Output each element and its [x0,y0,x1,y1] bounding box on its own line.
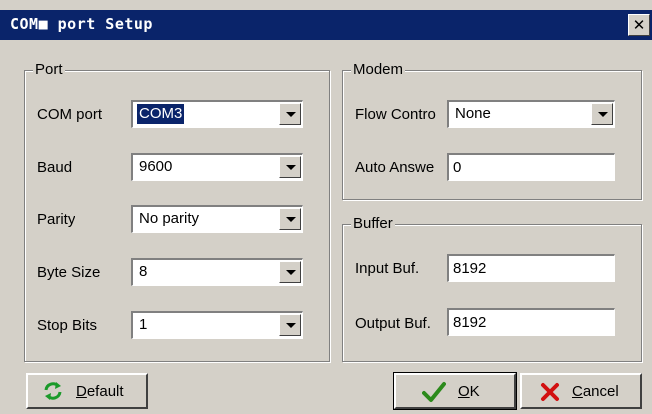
flow-control-label: Flow Contro [355,106,436,123]
com-port-select[interactable]: COM3 [131,100,303,128]
cancel-button-label: Cancel [572,383,619,400]
output-buf-input[interactable]: 8192 [447,308,615,336]
baud-label: Baud [37,159,73,176]
byte-size-label: Byte Size [37,264,101,281]
flow-control-value: None [455,105,491,122]
buffer-group: Buffer Input Buf. 8192 Output Buf. 8192 [342,215,642,362]
stop-bits-value: 1 [139,316,148,333]
stop-bits-dropdown-button[interactable] [279,314,301,336]
chevron-down-icon [598,112,608,117]
chevron-down-icon [286,112,296,117]
default-button-label: Default [76,383,124,400]
com-port-value: COM3 [135,103,186,125]
baud-value: 9600 [139,158,173,175]
auto-answer-input[interactable]: 0 [447,153,615,181]
com-port-label: COM port [37,106,103,123]
close-icon: ✕ [632,16,646,34]
parity-select[interactable]: No parity [131,205,303,233]
ok-button-label: OK [458,383,480,400]
com-port-setup-dialog: COM■ port Setup ✕ Port COM port COM3 Bau… [0,0,652,414]
chevron-down-icon [286,217,296,222]
flow-control-dropdown-button[interactable] [591,103,613,125]
chevron-down-icon [286,165,296,170]
port-group: Port COM port COM3 Baud 9600 Parity No p… [24,61,330,362]
byte-size-select[interactable]: 8 [131,258,303,286]
close-button[interactable]: ✕ [628,14,650,36]
window-title: COM■ port Setup [10,15,153,33]
chevron-down-icon [286,323,296,328]
port-group-legend: Port [33,61,65,78]
input-buf-input[interactable]: 8192 [447,254,615,282]
output-buf-label: Output Buf. [355,315,431,332]
parity-dropdown-button[interactable] [279,208,301,230]
baud-select[interactable]: 9600 [131,153,303,181]
refresh-icon [44,382,62,400]
flow-control-select[interactable]: None [447,100,615,128]
baud-dropdown-button[interactable] [279,156,301,178]
parity-value: No parity [139,210,200,227]
stop-bits-label: Stop Bits [37,317,98,334]
chevron-down-icon [286,270,296,275]
default-button[interactable]: Default [26,373,148,409]
cross-icon [541,383,559,401]
modem-group: Modem Flow Contro None Auto Answe 0 [342,61,642,200]
byte-size-value: 8 [139,263,148,280]
parity-label: Parity [37,211,76,228]
checkmark-icon [422,382,446,402]
ok-button[interactable]: OK [393,372,517,410]
stop-bits-select[interactable]: 1 [131,311,303,339]
cancel-button[interactable]: Cancel [520,373,642,409]
com-port-dropdown-button[interactable] [279,103,301,125]
auto-answer-label: Auto Answe [355,159,435,176]
modem-group-legend: Modem [351,61,406,78]
buffer-group-legend: Buffer [351,215,395,232]
byte-size-dropdown-button[interactable] [279,261,301,283]
title-bar[interactable]: COM■ port Setup ✕ [0,10,652,40]
input-buf-label: Input Buf. [355,260,420,277]
